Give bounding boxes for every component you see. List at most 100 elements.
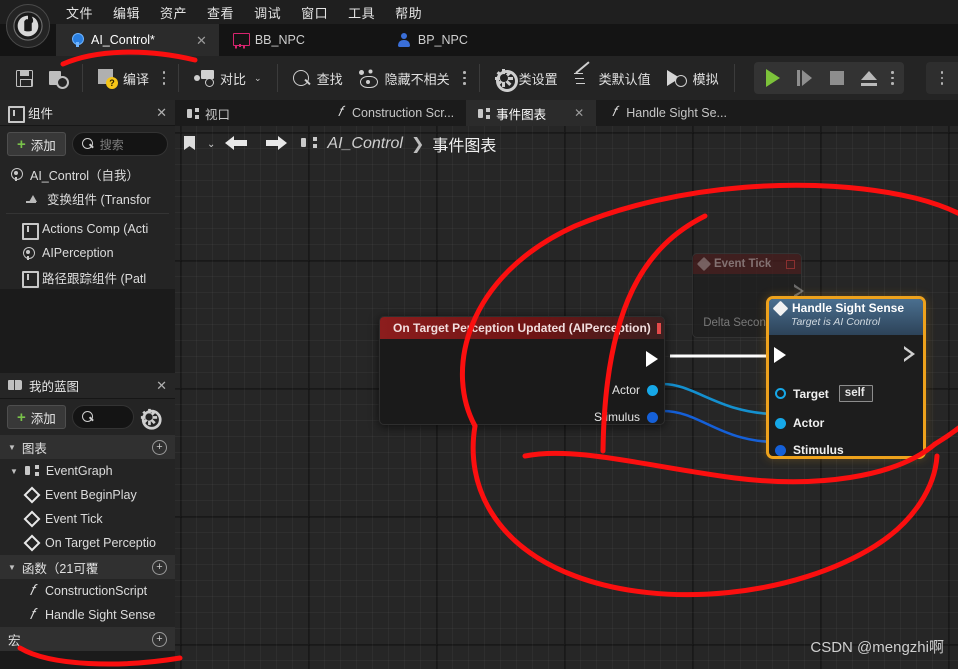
toolbar-overflow-button[interactable] [926, 62, 958, 94]
target-self-value[interactable]: self [838, 385, 873, 402]
section-graphs[interactable]: ▼ 图表 + [0, 435, 175, 459]
node-title: Handle Sight Sense [792, 301, 905, 315]
function-item-constructionscript[interactable]: 𝑓 ConstructionScript [0, 579, 175, 603]
myblueprint-settings-icon[interactable] [141, 408, 162, 430]
graph-tab-handle-sight-sense[interactable]: 𝑓 Handle Sight Se... [596, 100, 739, 126]
graph-label: Event BeginPlay [45, 488, 137, 502]
in-pin-stimulus[interactable]: Stimulus [775, 443, 844, 457]
menu-window[interactable]: 窗口 [291, 1, 338, 24]
plus-icon: + [17, 135, 26, 153]
find-icon [292, 69, 311, 87]
menu-debug[interactable]: 调试 [244, 1, 291, 24]
tab-ai-control[interactable]: AI_Control* ✕ [56, 24, 219, 56]
component-item-ai-control[interactable]: AI_Control（自我） [0, 162, 175, 186]
graph-item-on-target-perception[interactable]: On Target Perceptio [0, 531, 175, 555]
blueprint-sphere-icon [10, 167, 23, 181]
node-title-bar: On Target Perception Updated (AIPercepti… [380, 317, 664, 339]
menu-file[interactable]: 文件 [56, 1, 103, 24]
section-macros-label: 宏 [8, 633, 21, 648]
browse-button[interactable] [41, 62, 75, 94]
function-diamond-icon [772, 300, 789, 316]
simulate-button[interactable]: 模拟 [659, 62, 727, 94]
component-item-transform[interactable]: 变换组件 (Transfor [0, 186, 175, 210]
breadcrumb-root[interactable]: AI_Control [327, 135, 403, 153]
forward-navigation-button[interactable] [261, 135, 288, 153]
graph-tab-viewport[interactable]: 视口 [175, 100, 242, 126]
hide-unrelated-label: 隐藏不相关 [384, 71, 450, 87]
diff-label: 对比 [220, 71, 247, 87]
menu-asset[interactable]: 资产 [150, 1, 197, 24]
add-graph-button[interactable]: + [152, 439, 167, 455]
menu-help[interactable]: 帮助 [385, 1, 432, 24]
breadcrumb: AI_Control ❯ 事件图表 [327, 132, 496, 156]
component-item-pathfollowing[interactable]: 路径跟踪组件 (Patl [0, 265, 175, 289]
out-pin-stimulus[interactable]: Stimulus [594, 410, 658, 424]
play-options-button[interactable] [886, 65, 900, 91]
viewport-icon [187, 107, 199, 119]
find-button[interactable]: 查找 [285, 62, 351, 94]
hide-unrelated-options-button[interactable] [458, 65, 472, 91]
eject-icon [860, 70, 877, 86]
menu-view[interactable]: 查看 [197, 1, 244, 24]
close-icon[interactable]: ✕ [574, 106, 584, 120]
chevron-down-icon[interactable]: ⌄ [207, 139, 215, 150]
components-add-button[interactable]: + 添加 [7, 132, 66, 156]
graph-tab-event-graph[interactable]: 事件图表 ✕ [466, 100, 597, 126]
exec-in-pin[interactable] [774, 347, 786, 363]
overflow-dots-icon [935, 65, 949, 91]
hide-unrelated-button[interactable]: 隐藏不相关 [351, 62, 458, 94]
class-settings-label: 类设置 [518, 71, 558, 87]
compile-button[interactable]: 编译 [90, 62, 157, 94]
bookmark-icon[interactable] [181, 134, 201, 154]
section-macros[interactable]: 宏 + [0, 627, 175, 651]
graph-tab-construction-script[interactable]: 𝑓 Construction Scr... [322, 100, 466, 126]
add-function-button[interactable]: + [152, 559, 167, 575]
class-defaults-button[interactable]: 类默认值 [566, 62, 659, 94]
in-pin-target[interactable]: Target self [775, 385, 873, 402]
close-icon[interactable]: ✕ [156, 378, 167, 394]
back-navigation-button[interactable] [225, 135, 251, 153]
blueprint-graph-canvas[interactable]: ⌄ AI_Control ❯ 事件图表 Event Tick Delta Sec… [175, 126, 958, 669]
delegate-square-icon[interactable] [656, 322, 661, 334]
node-on-target-perception-updated[interactable]: On Target Perception Updated (AIPercepti… [379, 316, 665, 425]
diff-button[interactable]: 对比 ⌄ [186, 62, 270, 94]
components-add-label: 添加 [30, 138, 56, 153]
step-button[interactable] [790, 65, 820, 91]
exec-out-pin[interactable] [646, 351, 658, 367]
tab-close-icon[interactable]: ✕ [196, 34, 207, 47]
graph-tab-strip: 视口 𝑓 Construction Scr... 事件图表 ✕ 𝑓 Handle… [175, 100, 958, 126]
pencil-icon [573, 70, 593, 87]
menu-edit[interactable]: 编辑 [103, 1, 150, 24]
component-item-aiperception[interactable]: AIPerception [0, 241, 175, 265]
save-button[interactable] [8, 62, 41, 94]
play-button[interactable] [758, 65, 788, 91]
component-label: 路径跟踪组件 (Patl [42, 271, 147, 286]
struct-pin-icon [647, 411, 658, 423]
add-macro-button[interactable]: + [152, 631, 167, 647]
out-pin-actor[interactable]: Actor [612, 383, 658, 397]
node-handle-sight-sense[interactable]: Handle Sight Sense Target is AI Control … [766, 296, 926, 459]
menu-tools[interactable]: 工具 [338, 1, 385, 24]
components-search-input[interactable]: 搜索 [71, 132, 168, 156]
find-label: 查找 [316, 71, 343, 87]
graph-item-eventgraph[interactable]: ▼ EventGraph [0, 459, 175, 483]
compile-options-button[interactable] [157, 65, 171, 91]
section-functions[interactable]: ▼ 函数（21可覆 + [0, 555, 175, 579]
component-icon [8, 106, 25, 123]
component-item-actions-comp[interactable]: Actions Comp (Acti [0, 217, 175, 241]
close-icon[interactable]: ✕ [156, 105, 167, 121]
function-item-handle-sight-sense[interactable]: 𝑓 Handle Sight Sense [0, 603, 175, 627]
class-settings-button[interactable]: 类设置 [487, 62, 566, 94]
graph-item-event-tick[interactable]: Event Tick [0, 507, 175, 531]
exec-out-pin[interactable] [904, 346, 916, 362]
book-icon [8, 380, 22, 391]
graph-item-event-beginplay[interactable]: Event BeginPlay [0, 483, 175, 507]
eject-button[interactable] [854, 65, 884, 91]
in-pin-actor[interactable]: Actor [775, 416, 824, 430]
tab-bp-npc[interactable]: BP_NPC [383, 24, 480, 56]
myblueprint-search-input[interactable] [71, 405, 134, 429]
stop-button[interactable] [822, 65, 852, 91]
toolbar-divider [276, 64, 278, 92]
tab-bb-npc[interactable]: BB_NPC [219, 24, 317, 56]
myblueprint-add-button[interactable]: + 添加 [7, 405, 66, 429]
